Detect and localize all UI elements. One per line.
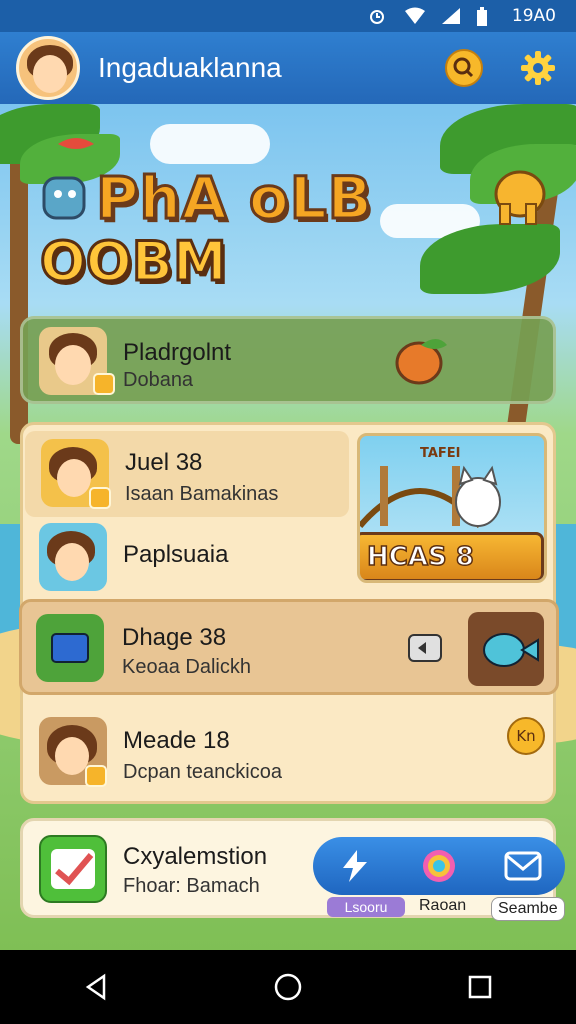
featured-title: Pladrgolnt bbox=[123, 339, 232, 366]
system-nav-bar bbox=[0, 950, 576, 1024]
back-icon bbox=[85, 973, 106, 1001]
action-pill bbox=[313, 837, 565, 895]
game-logo-line2: OOBM bbox=[39, 229, 229, 295]
featured-subtitle: Dobana bbox=[123, 369, 194, 391]
home-button[interactable] bbox=[258, 957, 318, 1017]
elephant-icon bbox=[494, 170, 546, 225]
featured-player-card[interactable]: Pladrgolnt Dobana bbox=[20, 316, 556, 404]
label-raoan[interactable]: Raoan bbox=[419, 897, 466, 915]
lightning-button[interactable] bbox=[333, 844, 377, 888]
app-bar: Ingaduaklanna bbox=[0, 32, 576, 104]
recents-icon bbox=[468, 975, 492, 999]
home-icon bbox=[274, 973, 302, 1001]
level-badge-icon bbox=[85, 765, 107, 787]
list-item-title: Paplsuaia bbox=[123, 541, 229, 568]
signal-icon bbox=[440, 7, 460, 25]
sound-icon[interactable] bbox=[408, 634, 442, 662]
checkmark-icon bbox=[39, 835, 107, 903]
game-logo-line1: PhA oLB bbox=[95, 163, 374, 234]
promo-banner[interactable]: TAFEI HCAS 8 bbox=[357, 433, 547, 583]
list-item[interactable]: Paplsuaia bbox=[23, 521, 347, 605]
promo-banner-text: HCAS 8 bbox=[360, 532, 544, 580]
mail-button[interactable] bbox=[501, 844, 545, 888]
label-lsooru[interactable]: Lsooru bbox=[327, 897, 405, 917]
level-badge-icon bbox=[89, 487, 111, 509]
coin-badge[interactable]: Kn bbox=[507, 717, 545, 755]
quest-title: Cxyalemstion bbox=[123, 843, 268, 870]
list-item-title: Juel 38 bbox=[125, 449, 203, 476]
alarm-icon bbox=[368, 7, 388, 25]
fish-tile[interactable] bbox=[468, 612, 544, 686]
wifi-icon bbox=[404, 7, 425, 25]
quest-card[interactable]: Cxyalemstion Fhoar: Bamach Lsooru Raoan … bbox=[20, 818, 565, 921]
bird-icon bbox=[58, 138, 94, 149]
color-wheel-button[interactable] bbox=[417, 844, 461, 888]
recents-button[interactable] bbox=[450, 957, 510, 1017]
game-list-panel: Juel 38 Isaan Bamakinas Paplsuaia TAFEI … bbox=[19, 422, 559, 804]
quest-subtitle: Fhoar: Bamach bbox=[123, 875, 260, 897]
mascot-character-icon bbox=[42, 176, 86, 220]
list-item-title: Dhage 38 bbox=[122, 624, 227, 651]
label-seambe[interactable]: Seambe bbox=[491, 897, 565, 921]
list-item[interactable]: Dhage 38 Keoaa Dalickh bbox=[19, 599, 559, 695]
mail-icon bbox=[504, 851, 542, 881]
profile-avatar[interactable] bbox=[16, 36, 80, 100]
app-title: Ingaduaklanna bbox=[98, 52, 282, 83]
settings-button[interactable] bbox=[516, 46, 560, 90]
gear-icon bbox=[521, 51, 555, 85]
list-item[interactable]: Meade 18 Dcpan teanckicoa Kn bbox=[23, 705, 553, 801]
back-button[interactable] bbox=[66, 957, 126, 1017]
list-item-avatar bbox=[39, 523, 107, 591]
status-time: 19A0 bbox=[511, 6, 556, 26]
list-item-title: Meade 18 bbox=[123, 727, 230, 754]
search-coin-icon bbox=[445, 49, 483, 87]
fruit-icon bbox=[395, 339, 447, 385]
battery-icon bbox=[476, 7, 496, 26]
list-item[interactable]: Juel 38 Isaan Bamakinas bbox=[25, 431, 349, 517]
level-badge-icon bbox=[93, 373, 115, 395]
gem-leaf-icon bbox=[36, 614, 104, 682]
fish-icon bbox=[483, 633, 539, 667]
list-item-subtitle: Keoaa Dalickh bbox=[122, 656, 251, 678]
lightning-icon bbox=[343, 850, 367, 882]
color-wheel-icon bbox=[423, 850, 455, 882]
search-coin-button[interactable] bbox=[442, 46, 486, 90]
list-item-subtitle: Isaan Bamakinas bbox=[125, 483, 279, 505]
cat-icon bbox=[455, 465, 501, 527]
status-bar: 19A0 bbox=[0, 0, 576, 32]
list-item-subtitle: Dcpan teanckicoa bbox=[123, 761, 282, 783]
